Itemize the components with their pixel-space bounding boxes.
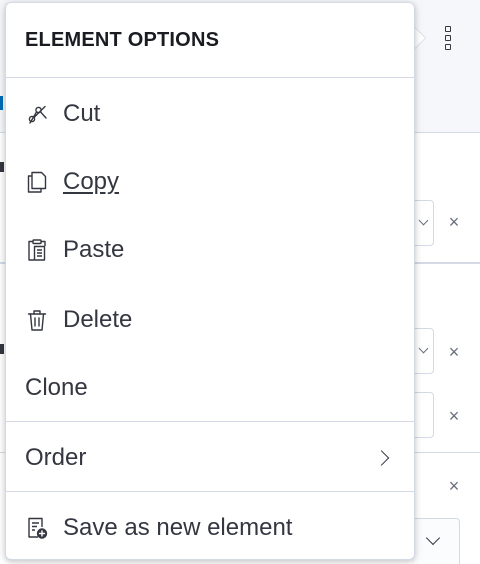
background-select[interactable]: [412, 328, 434, 374]
clone-menu-item[interactable]: Clone: [6, 360, 414, 416]
copy-label: Copy: [63, 168, 120, 195]
background-dropdown[interactable]: [412, 518, 460, 564]
close-icon[interactable]: ×: [446, 213, 462, 231]
trash-icon: [27, 310, 47, 331]
popover-title: ELEMENT OPTIONS: [25, 29, 220, 51]
popover-divider: [6, 77, 414, 78]
order-label: Order: [25, 444, 87, 471]
paste-menu-item[interactable]: Paste: [6, 222, 414, 278]
copy-icon: [27, 171, 47, 193]
popover-divider: [6, 421, 414, 422]
paste-icon: [28, 239, 46, 261]
scissors-icon: [28, 105, 47, 124]
background-link-fragment: [0, 96, 3, 110]
chevron-down-icon: [425, 530, 441, 546]
close-icon[interactable]: ×: [446, 407, 462, 425]
copy-menu-item[interactable]: Copy: [6, 154, 414, 210]
background-select[interactable]: [412, 200, 434, 246]
save-as-new-element-label: Save as new element: [63, 514, 293, 541]
delete-menu-item[interactable]: Delete: [6, 292, 414, 348]
cut-menu-item[interactable]: Cut: [6, 86, 414, 142]
delete-label: Delete: [63, 306, 133, 333]
save-as-new-element-menu-item[interactable]: Save as new element: [6, 500, 414, 556]
cut-label: Cut: [63, 100, 101, 127]
close-icon[interactable]: ×: [446, 477, 462, 495]
popover-divider: [6, 491, 414, 492]
kebab-menu-icon[interactable]: [444, 26, 452, 50]
background-input[interactable]: [412, 392, 434, 438]
chevron-right-icon: [373, 450, 390, 466]
save-element-icon: [28, 517, 48, 539]
close-icon[interactable]: ×: [446, 343, 462, 361]
paste-label: Paste: [63, 236, 125, 263]
element-options-popover: ELEMENT OPTIONS Cut Copy Paste Delete Cl…: [5, 2, 415, 560]
background-text-fragment: [0, 162, 4, 172]
order-menu-item[interactable]: Order: [6, 430, 414, 486]
background-text-fragment: [0, 344, 4, 354]
clone-label: Clone: [25, 374, 88, 401]
